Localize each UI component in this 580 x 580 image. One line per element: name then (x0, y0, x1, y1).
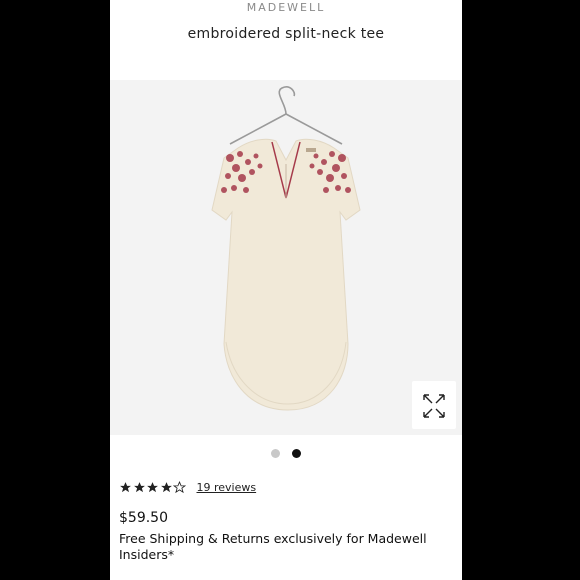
product-price: $59.50 (119, 510, 168, 526)
expand-image-button[interactable] (412, 381, 456, 429)
brand-logo[interactable]: MADEWELL (110, 1, 462, 14)
gallery-pagination (110, 449, 462, 458)
hanger-icon (229, 86, 343, 145)
shipping-note: Free Shipping & Returns exclusively for … (119, 531, 427, 562)
star-rating (119, 481, 187, 494)
tee-photo (211, 86, 361, 411)
product-page: MADEWELL embroidered split-neck tee 19 r… (110, 0, 462, 580)
gallery-dot-2[interactable] (292, 449, 301, 458)
expand-arrows-icon (423, 394, 445, 418)
product-image[interactable] (110, 80, 462, 435)
product-title: embroidered split-neck tee (187, 26, 385, 42)
star-filled-icon (120, 482, 131, 493)
star-filled-icon (160, 482, 172, 493)
star-filled-icon (147, 482, 158, 493)
reviews-link[interactable]: 19 reviews (197, 481, 257, 494)
product-rating: 19 reviews (119, 481, 256, 494)
star-filled-icon (133, 482, 145, 493)
star-empty-icon (173, 481, 186, 494)
gallery-dot-1[interactable] (271, 449, 280, 458)
